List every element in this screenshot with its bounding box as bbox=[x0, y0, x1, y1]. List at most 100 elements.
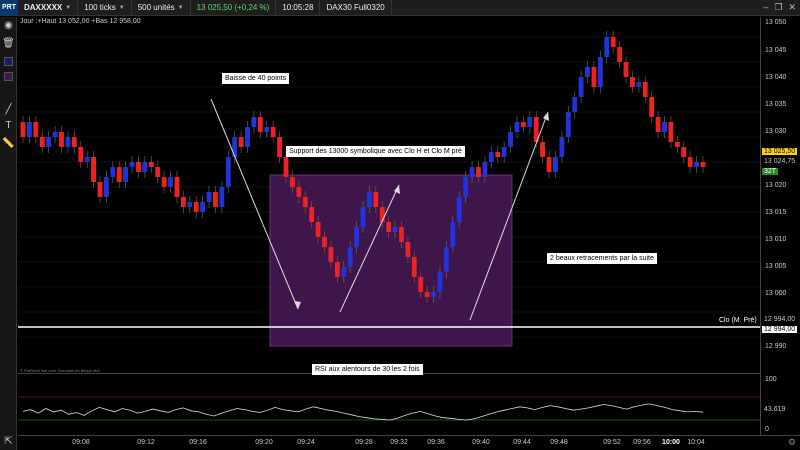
units-selector[interactable]: 500 unités ▼ bbox=[132, 0, 191, 16]
annotation-drop[interactable]: Baisse de 40 points bbox=[222, 73, 290, 84]
price-tick: 13 010 bbox=[765, 236, 787, 243]
candle-up bbox=[501, 147, 507, 157]
candle-up bbox=[129, 162, 135, 167]
price-tick: 13 040 bbox=[765, 74, 787, 81]
candle-down bbox=[296, 187, 302, 197]
last-price-label: 13 025,50 bbox=[762, 148, 798, 155]
time-tick: 09:28 bbox=[355, 439, 373, 446]
time-tick: 09:48 bbox=[550, 439, 568, 446]
trash-icon[interactable]: 🗑 bbox=[2, 37, 15, 50]
candle-up bbox=[103, 177, 109, 197]
candle-down bbox=[161, 177, 167, 187]
candle-down bbox=[78, 147, 84, 162]
candle-down bbox=[630, 77, 635, 87]
candle-down bbox=[405, 242, 411, 257]
candle-down bbox=[373, 192, 379, 207]
candle-up bbox=[636, 82, 642, 87]
time-tick: 09:36 bbox=[427, 439, 445, 446]
candle-up bbox=[437, 272, 443, 292]
candle-up bbox=[527, 117, 533, 127]
candle-down bbox=[148, 162, 154, 167]
time-axis[interactable]: 09:08 09:12 09:16 09:20 09:24 09:28 09:3… bbox=[18, 435, 800, 450]
time-tick: 10:00 bbox=[662, 439, 680, 446]
candle-down bbox=[424, 292, 430, 297]
symbol-selector[interactable]: DAXXXXX ▼ bbox=[18, 0, 79, 16]
candle-down bbox=[546, 157, 552, 172]
rsi-upper-tick: 100 bbox=[765, 376, 777, 383]
line-tool-icon[interactable]: ╱ bbox=[2, 103, 15, 116]
candle-up bbox=[367, 192, 372, 207]
rsi-line bbox=[22, 403, 704, 421]
candle-down bbox=[270, 127, 276, 137]
candle-down bbox=[180, 197, 186, 207]
chevron-down-icon: ▼ bbox=[118, 4, 125, 11]
candle-down bbox=[283, 157, 289, 177]
tool-sidebar: ◉ 🗑 ╱ T 📏 ⇱ bbox=[0, 17, 17, 450]
price-tick: 13 005 bbox=[765, 263, 787, 270]
candle-down bbox=[277, 137, 283, 157]
price-tick: 13 030 bbox=[765, 128, 787, 135]
candle-down bbox=[322, 237, 327, 247]
units-label: 500 unités bbox=[137, 3, 175, 12]
price-tick: 13 015 bbox=[765, 209, 787, 216]
demo-badge-icon: ◉ bbox=[4, 20, 13, 31]
candle-down bbox=[302, 197, 308, 207]
candle-down bbox=[540, 142, 546, 157]
candle-up bbox=[347, 247, 353, 267]
candle-up bbox=[604, 37, 610, 57]
candle-up bbox=[110, 167, 116, 177]
candle-up bbox=[341, 267, 347, 277]
candle-up bbox=[84, 157, 90, 162]
chevron-down-icon: ▼ bbox=[65, 4, 72, 11]
close-icon[interactable]: ✕ bbox=[788, 2, 796, 13]
color-swatch-purple[interactable] bbox=[4, 72, 13, 81]
time-tick: 09:20 bbox=[255, 439, 273, 446]
clo-line-label: Clo (M. Pré) bbox=[719, 317, 757, 324]
candle-up bbox=[206, 192, 212, 202]
restore-icon[interactable]: ❐ bbox=[774, 2, 782, 13]
candle-up bbox=[488, 152, 494, 162]
time-tick: 09:24 bbox=[297, 439, 315, 446]
candle-up bbox=[354, 227, 359, 247]
candle-down bbox=[309, 207, 315, 222]
candle-down bbox=[610, 37, 616, 47]
candle-up bbox=[694, 162, 699, 167]
candle-up bbox=[219, 187, 225, 207]
ruler-icon[interactable]: 📏 bbox=[2, 137, 15, 150]
candle-down bbox=[617, 47, 623, 62]
annotation-support[interactable]: Support des 13000 symbolique avec Clo H … bbox=[286, 146, 465, 157]
candle-up bbox=[52, 132, 58, 137]
candle-down bbox=[399, 227, 404, 242]
time-tick: 09:16 bbox=[189, 439, 207, 446]
clo-level-label-2: 12 994,00 bbox=[762, 326, 798, 333]
instrument-selector[interactable]: DAX30 Full0320 bbox=[320, 0, 392, 16]
annotation-rsi[interactable]: RSI aux alentours de 30 les 2 fois bbox=[312, 364, 423, 375]
candle-down bbox=[476, 167, 481, 177]
candle-up bbox=[245, 127, 250, 147]
expand-icon[interactable]: ⇱ bbox=[2, 435, 15, 448]
price-tick: 13 035 bbox=[765, 101, 787, 108]
candle-up bbox=[392, 227, 398, 232]
time-tick: 09:32 bbox=[390, 439, 408, 446]
annotation-retrace[interactable]: 2 beaux retracements par la suite bbox=[547, 253, 657, 264]
candle-down bbox=[328, 247, 334, 262]
candle-up bbox=[251, 117, 257, 127]
candle-up bbox=[65, 137, 71, 147]
candle-down bbox=[257, 117, 263, 132]
candle-up bbox=[168, 177, 173, 187]
price-label-2: 13 024,75 bbox=[764, 158, 796, 165]
price-axis[interactable]: 13 050 13 045 13 040 13 035 13 030 13 02… bbox=[760, 17, 800, 435]
candle-down bbox=[290, 177, 295, 187]
ticks-selector[interactable]: 100 ticks ▼ bbox=[78, 0, 132, 16]
candle-up bbox=[559, 137, 565, 157]
candle-down bbox=[174, 177, 180, 197]
candle-down bbox=[315, 222, 321, 237]
text-tool-icon[interactable]: T bbox=[2, 119, 15, 132]
time-tick: 09:12 bbox=[137, 439, 155, 446]
minimize-icon[interactable]: – bbox=[763, 2, 768, 13]
settings-icon[interactable]: ⚙ bbox=[788, 437, 796, 448]
candle-up bbox=[469, 167, 475, 177]
candle-down bbox=[655, 117, 661, 132]
color-swatch-blue[interactable] bbox=[4, 57, 13, 66]
candle-down bbox=[238, 137, 244, 147]
